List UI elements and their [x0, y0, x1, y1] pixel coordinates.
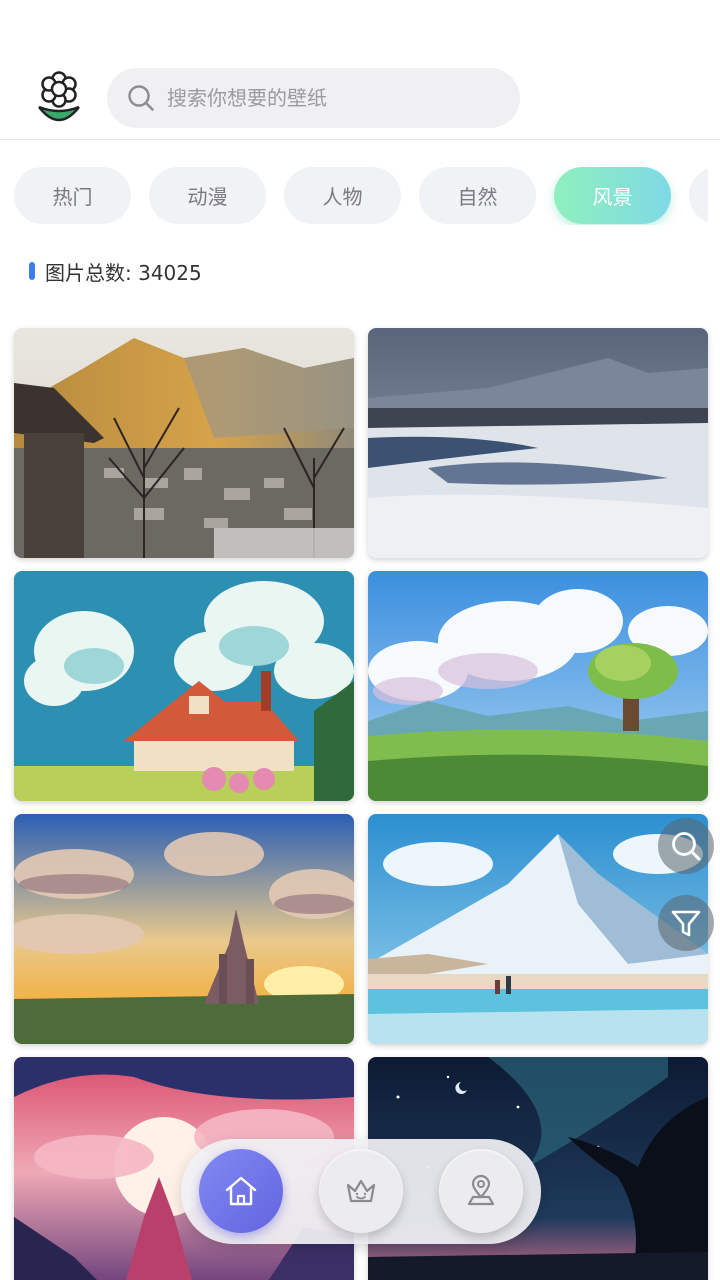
tab-people[interactable]: 人物 [284, 167, 401, 224]
wallpaper-grid [0, 328, 720, 1280]
bottom-nav [181, 1139, 541, 1244]
wallpaper-card[interactable] [368, 814, 708, 1044]
wallpaper-card[interactable] [368, 328, 708, 558]
tab-hot[interactable]: 热门 [14, 167, 131, 224]
float-filter-button[interactable] [658, 895, 714, 951]
app-header [0, 0, 720, 140]
nav-profile-button[interactable] [439, 1149, 523, 1233]
home-icon [225, 1176, 257, 1206]
wallpaper-card[interactable] [14, 328, 354, 558]
nav-vip-button[interactable] [319, 1149, 403, 1233]
flower-icon[interactable] [34, 71, 84, 125]
nav-home-button[interactable] [199, 1149, 283, 1233]
wallpaper-card[interactable] [14, 814, 354, 1044]
wallpaper-card[interactable] [368, 571, 708, 801]
filter-icon [671, 910, 701, 937]
tab-more[interactable] [689, 167, 708, 224]
image-count-text: 图片总数: 34025 [45, 260, 202, 285]
category-tabs: 热门 动漫 人物 自然 风景 [0, 167, 708, 225]
crown-icon [346, 1179, 376, 1203]
tab-scenery[interactable]: 风景 [554, 167, 671, 224]
search-input[interactable] [167, 68, 507, 128]
count-marker [29, 262, 35, 280]
tab-anime[interactable]: 动漫 [149, 167, 266, 224]
user-location-icon [467, 1174, 495, 1206]
image-count: 图片总数: 34025 [29, 257, 202, 285]
float-search-button[interactable] [658, 818, 714, 874]
wallpaper-card[interactable] [14, 571, 354, 801]
tab-nature[interactable]: 自然 [419, 167, 536, 224]
search-bar[interactable] [107, 68, 520, 128]
search-icon [672, 832, 701, 861]
search-icon [128, 85, 154, 111]
